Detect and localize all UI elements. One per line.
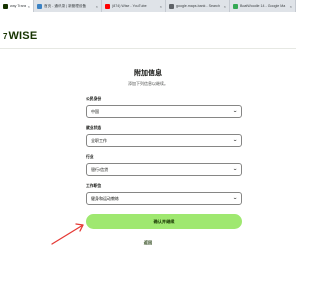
- wise-favicon-icon: [3, 3, 8, 9]
- citizenship-label: 公民身份: [86, 97, 102, 101]
- header-divider: [0, 48, 296, 49]
- industry-label: 行业: [86, 155, 94, 159]
- chevron-down-icon: ⌄: [232, 166, 238, 172]
- citizenship-value: 中国: [91, 108, 99, 114]
- industry-select[interactable]: 银行/信贷 ⌄: [86, 163, 242, 176]
- close-icon[interactable]: ×: [224, 4, 226, 9]
- youtube-favicon-icon: [105, 3, 110, 9]
- search-favicon-icon: [169, 3, 174, 9]
- job-title-select[interactable]: 健身和运动教练 ⌄: [86, 192, 242, 205]
- browser-tab-title: BoatWoodle 14 - Google Ma: [240, 4, 286, 8]
- employment-status-label: 就业状态: [86, 126, 102, 130]
- browser-tab-title: (874) Wise - YouTube: [112, 4, 147, 8]
- citizenship-select[interactable]: 中国 ⌄: [86, 105, 242, 118]
- browser-tab[interactable]: way Transfers | M ×: [0, 0, 34, 12]
- browser-tab[interactable]: (874) Wise - YouTube ×: [102, 0, 166, 12]
- industry-value: 银行/信贷: [91, 166, 109, 172]
- chevron-down-icon: ⌄: [232, 195, 238, 201]
- logo-wordmark: WISE: [8, 30, 38, 42]
- job-title-label: 工作职位: [86, 184, 102, 188]
- employment-status-select[interactable]: 全职工作 ⌄: [86, 134, 242, 147]
- browser-tab-title: google.maps.bank - Search: [176, 4, 220, 8]
- job-title-value: 健身和运动教练: [91, 195, 119, 201]
- browser-tab-strip: way Transfers | M × 首页 - 通讯录 | 新管理设备 × (…: [0, 0, 296, 12]
- close-icon[interactable]: ×: [290, 4, 292, 9]
- close-icon[interactable]: ×: [160, 4, 162, 9]
- wise-logo[interactable]: 7 WISE: [3, 30, 37, 42]
- browser-tab[interactable]: 首页 - 通讯录 | 新管理设备 ×: [34, 0, 102, 12]
- wise-flag-icon: 7: [3, 31, 8, 41]
- page-title: 附加信息: [134, 70, 162, 77]
- page-subtitle: 添加下列信息以继续。: [128, 81, 168, 86]
- close-icon[interactable]: ×: [96, 4, 98, 9]
- browser-tab[interactable]: BoatWoodle 14 - Google Ma ×: [230, 0, 296, 12]
- continue-button[interactable]: 确认并继续: [86, 214, 242, 229]
- back-link[interactable]: 返回: [0, 240, 296, 246]
- chevron-down-icon: ⌄: [232, 108, 238, 114]
- browser-tab-title: way Transfers | M: [10, 4, 26, 8]
- browser-tab[interactable]: google.maps.bank - Search ×: [166, 0, 230, 12]
- chevron-down-icon: ⌄: [232, 137, 238, 143]
- maps-favicon-icon: [233, 3, 238, 9]
- browser-tab-title: 首页 - 通讯录 | 新管理设备: [44, 3, 87, 8]
- page-header: [0, 12, 296, 48]
- site-favicon-icon: [37, 3, 42, 9]
- employment-status-value: 全职工作: [91, 137, 107, 143]
- close-icon[interactable]: ×: [28, 4, 30, 9]
